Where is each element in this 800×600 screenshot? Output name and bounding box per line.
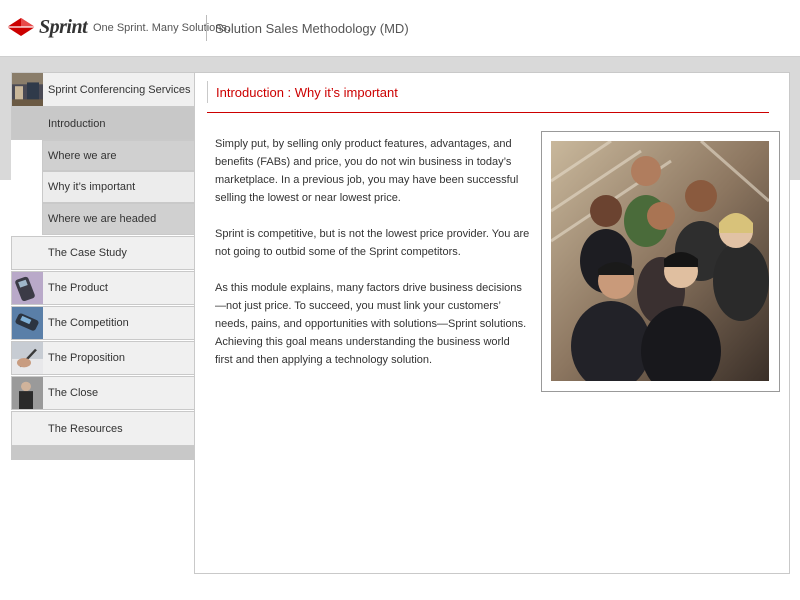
sidebar-subitem-label: Where we are — [48, 149, 117, 162]
handset-thumbnail-icon — [12, 307, 43, 339]
sidebar-item-label: The Close — [48, 387, 99, 399]
sidebar-item-label: The Proposition — [48, 352, 126, 364]
sidebar-item-close[interactable]: The Close — [11, 376, 195, 410]
sprint-logo: Sprint — [6, 14, 88, 40]
conference-room-thumbnail-icon — [12, 73, 43, 106]
paragraph: As this module explains, many factors dr… — [215, 282, 527, 366]
right-band — [789, 72, 800, 180]
sprint-diamond-icon — [7, 18, 35, 36]
sidebar-item-label: The Resources — [48, 422, 123, 435]
sidebar-item-label: Sprint Conferencing Services — [48, 83, 191, 96]
header-divider — [206, 15, 207, 41]
sidebar-item-competition[interactable]: The Competition — [11, 306, 195, 340]
sidebar-item-course[interactable]: Sprint Conferencing Services — [11, 72, 195, 107]
paragraph: Simply put, by selling only product feat… — [215, 138, 519, 204]
sidebar-subitem-why-important[interactable]: Why it’s important — [42, 171, 195, 203]
sidebar-item-label: The Competition — [48, 317, 129, 329]
paragraph: Sprint is competitive, but is not the lo… — [215, 228, 530, 258]
brand-tagline: One Sprint. Many Solutions. — [93, 22, 230, 34]
sidebar-item-label: Introduction — [48, 117, 106, 130]
left-band — [0, 72, 11, 180]
page-title-bar: Introduction : Why it’s important — [207, 81, 769, 103]
sidebar-nav: Sprint Conferencing Services Introductio… — [11, 72, 195, 460]
mobile-phone-thumbnail-icon — [12, 272, 43, 304]
sidebar-footer — [11, 446, 195, 460]
body-text: Simply put, by selling only product feat… — [215, 135, 530, 387]
top-band — [0, 57, 800, 72]
sidebar-subitem-label: Why it’s important — [48, 181, 136, 193]
app-title: Solution Sales Methodology (MD) — [215, 21, 409, 36]
title-divider — [207, 112, 769, 113]
sidebar-item-case-study[interactable]: The Case Study — [11, 236, 195, 270]
sidebar-item-resources[interactable]: The Resources — [11, 411, 195, 446]
sidebar-item-label: The Product — [48, 282, 108, 294]
photo-frame — [541, 131, 780, 392]
app-header: Sprint One Sprint. Many Solutions. Solut… — [0, 0, 800, 57]
group-photo-icon — [551, 141, 769, 381]
main-content: Introduction : Why it’s important Simply… — [194, 72, 790, 574]
person-thumbnail-icon — [12, 377, 43, 409]
sidebar-item-label: The Case Study — [48, 247, 127, 259]
brand-name: Sprint — [39, 15, 88, 38]
sidebar-subitem-where-we-are[interactable]: Where we are — [42, 140, 195, 171]
sidebar-item-product[interactable]: The Product — [11, 271, 195, 305]
sidebar-subitem-where-headed[interactable]: Where we are headed — [42, 203, 195, 235]
writing-thumbnail-icon — [12, 342, 43, 374]
sidebar-subitem-label: Where we are headed — [48, 213, 157, 225]
page-title: Introduction : Why it’s important — [216, 85, 398, 100]
sidebar-item-introduction[interactable]: Introduction — [11, 107, 195, 140]
sidebar-item-proposition[interactable]: The Proposition — [11, 341, 195, 375]
